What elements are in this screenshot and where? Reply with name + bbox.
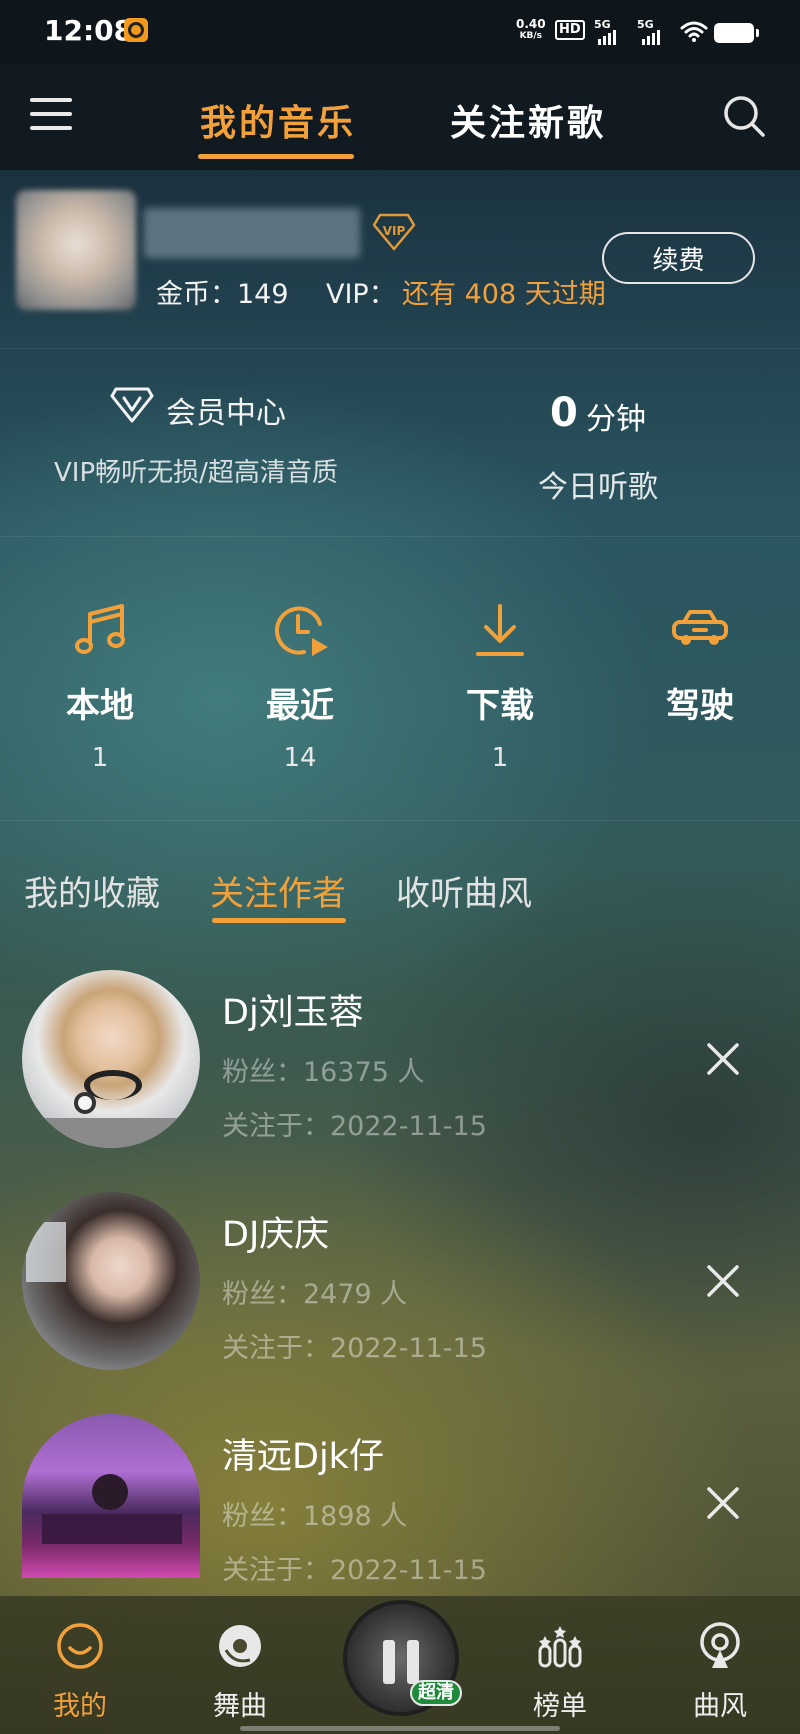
member-center-icon[interactable]: [110, 386, 154, 424]
quick-entry-driving[interactable]: 驾驶: [645, 600, 755, 773]
battery-icon: [714, 23, 759, 43]
tab-listened-styles[interactable]: 收听曲风: [396, 866, 532, 915]
artist-fans: 粉丝：2479 人: [222, 1279, 408, 1310]
artist-name[interactable]: Dj刘玉蓉: [222, 984, 364, 1035]
divider: [0, 536, 800, 537]
divider: [0, 348, 800, 349]
music-note-icon: [75, 604, 125, 654]
unfollow-close-icon[interactable]: [700, 1036, 746, 1082]
quick-entry-local[interactable]: 本地 1: [45, 600, 155, 773]
member-center-subtitle: VIP畅听无损/超高清音质: [54, 458, 338, 488]
unfollow-close-icon[interactable]: [700, 1480, 746, 1526]
user-name-blurred: [144, 208, 360, 258]
chart-ranking-icon: [538, 1626, 582, 1668]
tab-follow-new-songs[interactable]: 关注新歌: [450, 94, 606, 146]
nav-mine[interactable]: 我的: [30, 1620, 130, 1723]
tab-my-music[interactable]: 我的音乐: [200, 94, 356, 146]
signal-icon: [642, 30, 660, 45]
artist-name[interactable]: 清远Djk仔: [222, 1428, 384, 1479]
pause-icon: [407, 1640, 419, 1684]
quick-entry-label: 最近: [266, 686, 334, 726]
artist-avatar[interactable]: [22, 970, 200, 1148]
unfollow-close-icon[interactable]: [700, 1258, 746, 1304]
artist-follow-date: 关注于：2022-11-15: [222, 1555, 487, 1586]
artist-avatar[interactable]: [22, 1192, 200, 1370]
quick-entry-label: 下载: [466, 686, 534, 726]
nav-label: 舞曲: [213, 1691, 267, 1722]
status-time: 12:08: [44, 14, 134, 47]
listen-minutes-value: 0: [550, 390, 578, 436]
artist-follow-date: 关注于：2022-11-15: [222, 1111, 487, 1142]
nav-styles[interactable]: 曲风: [670, 1620, 770, 1723]
menu-button[interactable]: [30, 96, 74, 132]
nav-label: 我的: [53, 1691, 107, 1722]
sub-tab-indicator: [212, 918, 346, 923]
vip-label: VIP：: [326, 279, 396, 310]
quick-entry-label: 驾驶: [666, 686, 734, 726]
download-icon: [476, 604, 524, 656]
quick-entry-label: 本地: [66, 686, 134, 726]
vinyl-disc-icon: [219, 1625, 261, 1667]
divider: [0, 820, 800, 821]
quick-entry-count: [645, 743, 755, 773]
vip-badge-text: VIP: [383, 224, 406, 238]
signal-icon: [598, 30, 616, 45]
network-speed-unit: KB/s: [519, 31, 543, 41]
vip-badge-icon: VIP: [372, 213, 416, 251]
nav-dance[interactable]: 舞曲: [190, 1620, 290, 1723]
clock-play-icon: [275, 606, 328, 656]
artist-fans: 粉丝：1898 人: [222, 1501, 408, 1532]
nav-label: 曲风: [693, 1691, 747, 1722]
wifi-icon: [680, 21, 708, 42]
renew-button[interactable]: 续费: [602, 232, 755, 284]
nav-charts[interactable]: 榜单: [510, 1620, 610, 1723]
user-avatar[interactable]: [16, 190, 136, 310]
quick-entry-recent[interactable]: 最近 14: [245, 600, 355, 773]
artist-name[interactable]: DJ庆庆: [222, 1206, 329, 1257]
home-indicator[interactable]: [240, 1726, 560, 1731]
smile-icon: [57, 1623, 103, 1669]
coin-balance: 金币：149: [156, 279, 289, 310]
broadcast-icon: [700, 1622, 740, 1668]
pause-icon: [383, 1640, 395, 1684]
today-listening-label: 今日听歌: [538, 470, 658, 505]
vip-expiry: 还有 408 天过期: [402, 279, 606, 310]
hd-icon: HD: [555, 20, 585, 40]
listen-minutes-unit: 分钟: [586, 402, 646, 437]
quick-entry-count: 1: [91, 743, 109, 773]
tab-followed-artists[interactable]: 关注作者: [210, 866, 346, 915]
artist-fans: 粉丝：16375 人: [222, 1057, 425, 1088]
network-speed-value: 0.40: [516, 17, 546, 31]
network-speed: 0.40 KB/s: [516, 18, 546, 42]
artist-follow-date: 关注于：2022-11-15: [222, 1333, 487, 1364]
quick-entry-count: 1: [491, 743, 509, 773]
tab-my-favorites[interactable]: 我的收藏: [24, 866, 160, 915]
quick-entry-count: 14: [283, 743, 317, 773]
quality-badge: 超清: [410, 1680, 462, 1706]
quick-entry-download[interactable]: 下载 1: [445, 600, 555, 773]
top-header: [0, 64, 800, 170]
search-icon[interactable]: [722, 94, 766, 138]
member-center-title[interactable]: 会员中心: [166, 388, 286, 432]
tab-indicator: [198, 154, 354, 159]
nav-label: 榜单: [533, 1691, 587, 1722]
app-notification-icon: [124, 18, 148, 42]
artist-avatar[interactable]: [22, 1414, 200, 1578]
car-icon: [672, 610, 728, 645]
